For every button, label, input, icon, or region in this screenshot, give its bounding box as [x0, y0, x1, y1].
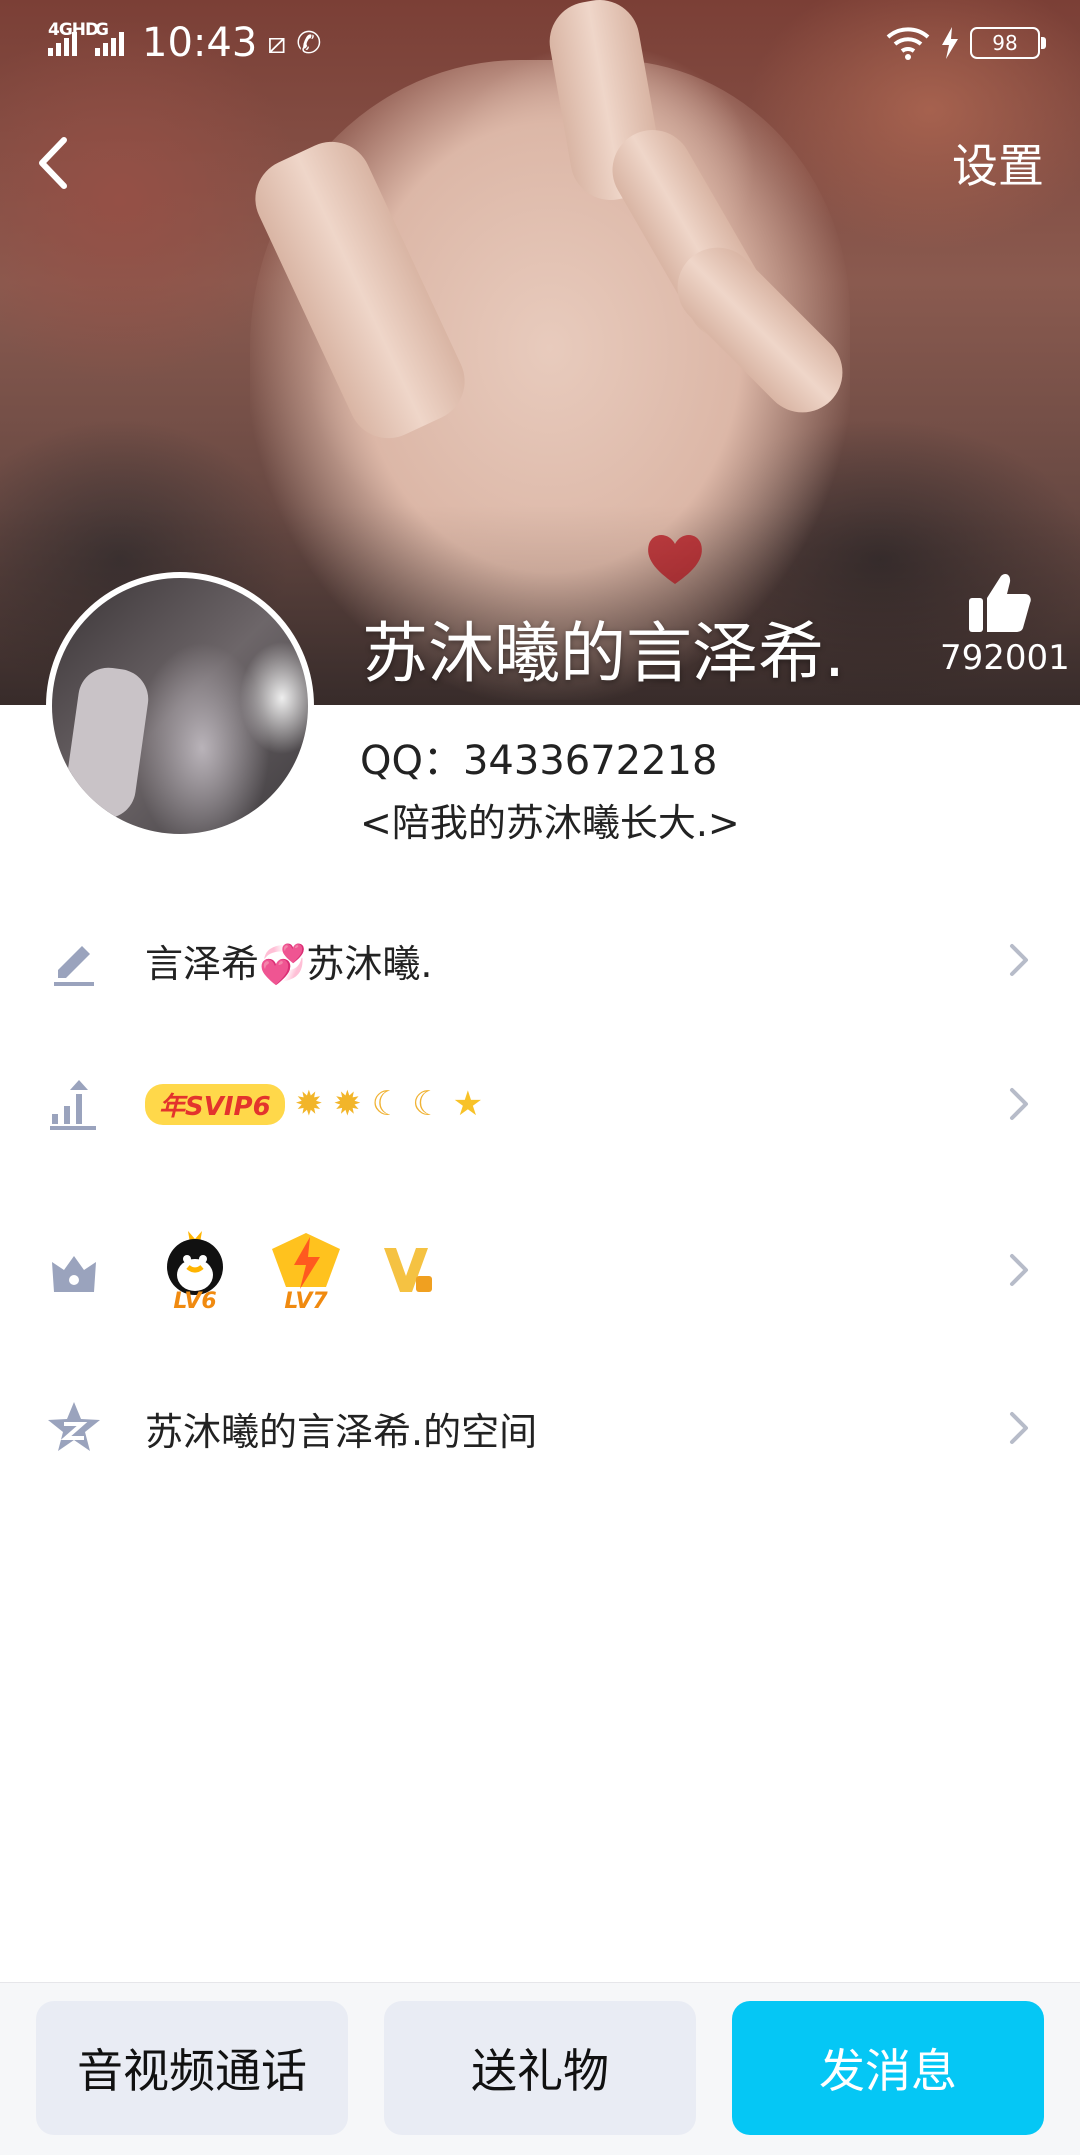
send-gift-button[interactable]: 送礼物: [384, 2001, 696, 2135]
sun-icon: ✹: [294, 1084, 324, 1124]
signal-icon: 4GHD: [48, 20, 99, 56]
chevron-right-icon: [1010, 1254, 1028, 1286]
hearts-emoji: 💞: [259, 941, 307, 986]
level-badges: 年SVIP6 ✹ ✹ ☾ ☾ ★: [145, 1083, 484, 1125]
status-time: 10:43: [142, 20, 258, 66]
qzone-star-icon: [48, 1402, 100, 1451]
profile-nickname: 苏沐曦的言泽希.: [362, 615, 845, 692]
edit-icon: [54, 946, 94, 986]
penguin-icon: [167, 1230, 223, 1295]
lv6-label: LV6: [173, 1288, 217, 1314]
send-message-button[interactable]: 发消息: [732, 2001, 1044, 2135]
network-type: G: [95, 20, 109, 40]
moon-icon: ☾: [371, 1084, 403, 1124]
charging-icon: [942, 27, 958, 59]
row-qzone[interactable]: 苏沐曦的言泽希.的空间: [0, 1388, 1080, 1468]
thumbs-up-icon: [969, 574, 1031, 632]
qq-level-badge: LV6: [158, 1227, 232, 1314]
status-left: 4GHD G 10:43 ⧄ ✆: [48, 18, 322, 68]
svip-badge: 年SVIP6: [145, 1083, 285, 1125]
screenshot-icon: ⧄: [267, 25, 287, 61]
back-icon[interactable]: [22, 128, 92, 198]
signature-part-a: 言泽希: [145, 941, 260, 986]
sun-icon: ✹: [333, 1084, 362, 1124]
signal-icon: G: [95, 20, 124, 56]
chevron-right-icon: [1010, 1412, 1028, 1444]
v-badge-icon: [384, 1248, 432, 1292]
vip-badge: [380, 1240, 434, 1300]
personal-signature: <陪我的苏沐曦长大.>: [360, 801, 740, 845]
row-level[interactable]: 年SVIP6 ✹ ✹ ☾ ☾ ★: [0, 1064, 1080, 1144]
chevron-right-icon: [1010, 944, 1028, 976]
bottom-action-bar: 音视频通话 送礼物 发消息: [0, 1982, 1080, 2155]
crown-icon: [52, 1256, 96, 1292]
battery-level: 98: [992, 31, 1018, 55]
level-up-icon: [50, 1080, 96, 1130]
star-icon: ★: [452, 1084, 484, 1124]
status-bar: 4GHD G 10:43 ⧄ ✆ 98: [0, 0, 1080, 90]
chevron-right-icon: [1010, 1088, 1028, 1120]
honor-badges: LV6 LV7: [158, 1227, 434, 1314]
lightning-badge: LV7: [266, 1227, 346, 1314]
network-type: 4GHD: [48, 20, 99, 40]
settings-button[interactable]: 设置: [952, 130, 1044, 196]
avatar[interactable]: [46, 572, 314, 840]
lightning-icon: [272, 1232, 340, 1289]
status-right: 98: [886, 20, 1046, 66]
wifi-icon: [886, 27, 930, 60]
qq-number: QQ：3433672218: [360, 738, 718, 784]
qzone-label: 苏沐曦的言泽希.的空间: [145, 1409, 538, 1454]
moon-icon: ☾: [412, 1084, 443, 1124]
av-call-button[interactable]: 音视频通话: [36, 2001, 348, 2135]
avatar-figure: [61, 663, 153, 823]
like-count: 792001: [940, 638, 1070, 678]
row-badges[interactable]: LV6 LV7: [0, 1220, 1080, 1320]
battery-icon: 98: [970, 27, 1046, 59]
row-signature-text: 言泽希💞苏沐曦.: [145, 933, 432, 988]
lv7-label: LV7: [284, 1288, 328, 1314]
row-signature[interactable]: 言泽希💞苏沐曦.: [0, 920, 1080, 1000]
like-button[interactable]: 792001: [940, 570, 1070, 678]
signature-part-b: 苏沐曦.: [306, 941, 433, 986]
call-icon: ✆: [296, 25, 322, 61]
